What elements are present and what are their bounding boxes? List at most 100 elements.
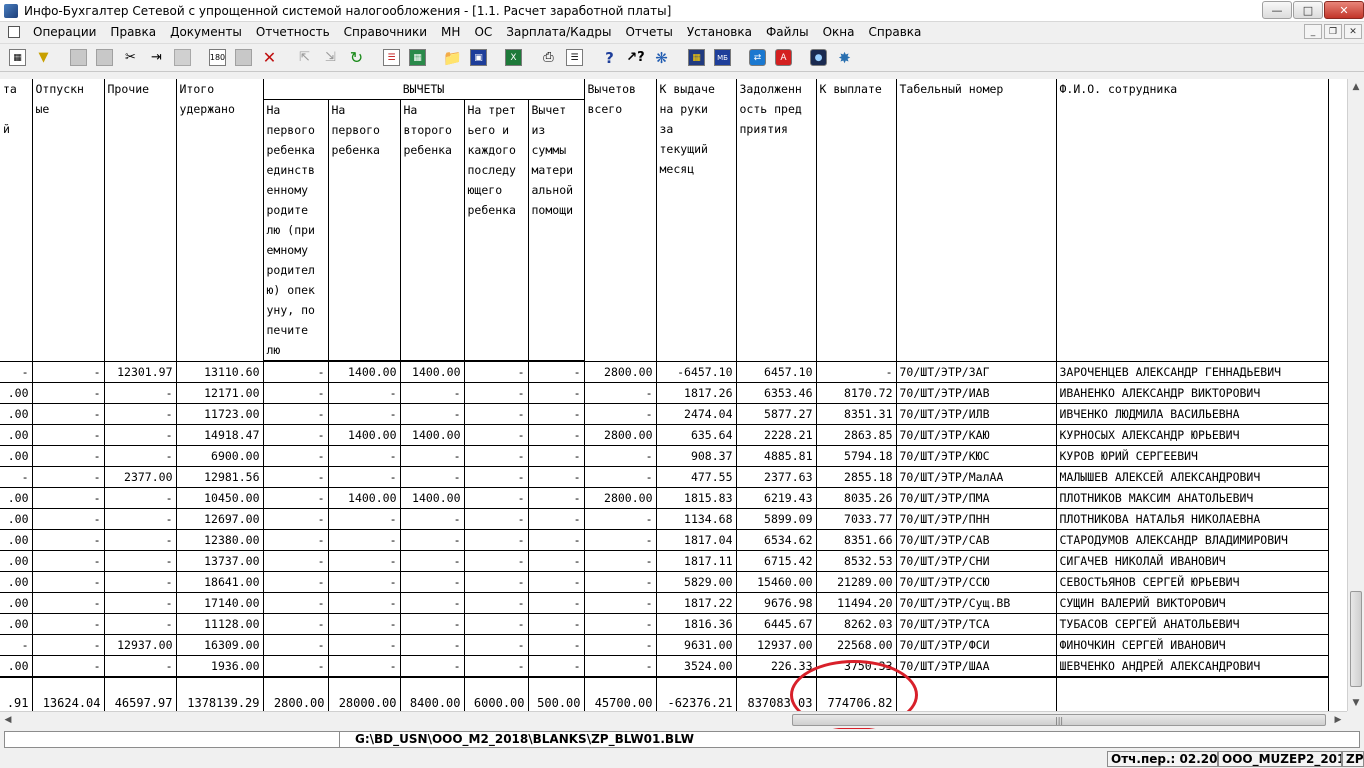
cell-deductions-total[interactable]: 2800.00	[584, 361, 657, 383]
cell-other[interactable]: -	[104, 487, 177, 509]
cell-ded-first[interactable]: -	[328, 613, 401, 635]
cell-ded-third[interactable]: -	[464, 466, 529, 488]
cell-employee-name[interactable]: МАЛЫШЕВ АЛЕКСЕЙ АЛЕКСАНДРОВИЧ	[1056, 466, 1329, 488]
cell-to-hand[interactable]: 1817.11	[656, 550, 737, 572]
table-row[interactable]: .00- -10450.00-1400.00 1400.00- -2800.00 181…	[0, 487, 1329, 509]
cell-to-hand[interactable]: 9631.00	[656, 634, 737, 656]
cell-total-withheld[interactable]: 13737.00	[176, 550, 264, 572]
cut-icon[interactable]: ✂	[119, 46, 142, 69]
cell-tab-number[interactable]: 70/ШТ/ЭТР/ИЛВ	[896, 403, 1057, 425]
scanner-icon[interactable]: ▦	[685, 46, 708, 69]
cell-col0[interactable]: .00	[0, 382, 33, 404]
cell-ded-material-aid[interactable]: -	[528, 550, 585, 572]
cell-employee-name[interactable]: КУРНОСЫХ АЛЕКСАНДР ЮРЬЕВИЧ	[1056, 424, 1329, 446]
cell-ded-second[interactable]: 1400.00	[400, 487, 465, 509]
cell-vacation[interactable]: -	[32, 403, 105, 425]
cell-total-withheld[interactable]: 13110.60	[176, 361, 264, 383]
cell-to-pay[interactable]: 2855.18	[816, 466, 897, 488]
menu-help[interactable]: Справка	[862, 25, 929, 39]
table-row[interactable]: - -2377.00 12981.56- - - - - -477.55 2377.63 2855…	[0, 466, 1329, 488]
cell-deductions-total[interactable]: -	[584, 592, 657, 614]
cell-to-pay[interactable]: 21289.00	[816, 571, 897, 593]
table-row[interactable]: .00- -17140.00- - - - - -1817.22 9676.98 11494.2…	[0, 592, 1329, 614]
total-employee-name[interactable]	[1056, 676, 1329, 711]
disabled-icon[interactable]	[171, 46, 194, 69]
table-row[interactable]: .00- -11128.00- - - - - -1816.36 6445.67 8262.03…	[0, 613, 1329, 635]
mdi-minimize-button[interactable]: _	[1304, 24, 1322, 39]
cell-tab-number[interactable]: 70/ШТ/ЭТР/МалАА	[896, 466, 1057, 488]
cell-ded-material-aid[interactable]: -	[528, 487, 585, 509]
cell-other[interactable]: -	[104, 508, 177, 530]
cell-vacation[interactable]: -	[32, 466, 105, 488]
scroll-left-icon[interactable]: ◀	[0, 712, 16, 728]
cell-to-pay[interactable]: -	[816, 361, 897, 383]
table-row[interactable]: .00- -12380.00- - - - - -1817.04 6534.62 8351.66…	[0, 529, 1329, 551]
cell-deductions-total[interactable]: 2800.00	[584, 424, 657, 446]
cell-ded-second[interactable]: -	[400, 634, 465, 656]
filter-icon[interactable]: ▼	[32, 46, 55, 69]
cell-employee-name[interactable]: ЗАРОЧЕНЦЕВ АЛЕКСАНДР ГЕННАДЬЕВИЧ	[1056, 361, 1329, 383]
network-icon[interactable]: ✸	[833, 46, 856, 69]
calculator-icon[interactable]: ▦	[406, 46, 429, 69]
cell-ded-second[interactable]: -	[400, 403, 465, 425]
print-icon[interactable]: ⎙	[537, 46, 560, 69]
cell-vacation[interactable]: -	[32, 529, 105, 551]
cell-company-debt[interactable]: 6445.67	[736, 613, 817, 635]
cell-to-pay[interactable]: 8351.31	[816, 403, 897, 425]
total-ded-third[interactable]: 6000.00	[464, 676, 529, 711]
cell-total-withheld[interactable]: 10450.00	[176, 487, 264, 509]
cell-ded-material-aid[interactable]: -	[528, 634, 585, 656]
cell-ded-first-single[interactable]: -	[263, 634, 329, 656]
cell-other[interactable]: 12301.97	[104, 361, 177, 383]
cell-employee-name[interactable]: СИГАЧЕВ НИКОЛАЙ ИВАНОВИЧ	[1056, 550, 1329, 572]
cell-tab-number[interactable]: 70/ШТ/ЭТР/ПМА	[896, 487, 1057, 509]
cell-ded-second[interactable]: -	[400, 529, 465, 551]
menu-mn[interactable]: МН	[434, 25, 467, 39]
cell-to-pay[interactable]: 8351.66	[816, 529, 897, 551]
cell-ded-material-aid[interactable]: -	[528, 529, 585, 551]
table-row[interactable]: - -12301.97 13110.60-1400.00 1400.00- -2800.…	[0, 361, 1329, 383]
cell-to-hand[interactable]: 1815.83	[656, 487, 737, 509]
cell-to-pay[interactable]: 7033.77	[816, 508, 897, 530]
cell-company-debt[interactable]: 5877.27	[736, 403, 817, 425]
cell-col0[interactable]: .00	[0, 655, 33, 678]
cell-total-withheld[interactable]: 12380.00	[176, 529, 264, 551]
cell-col0[interactable]: -	[0, 361, 33, 383]
cell-ded-third[interactable]: -	[464, 487, 529, 509]
scroll-up-icon[interactable]: ▲	[1348, 79, 1364, 95]
cell-other[interactable]: -	[104, 445, 177, 467]
cell-ded-material-aid[interactable]: -	[528, 382, 585, 404]
total-vacation[interactable]: 13624.04	[32, 676, 105, 711]
cell-employee-name[interactable]: ПЛОТНИКОВ МАКСИМ АНАТОЛЬЕВИЧ	[1056, 487, 1329, 509]
cell-ded-first[interactable]: -	[328, 508, 401, 530]
cell-deductions-total[interactable]: -	[584, 571, 657, 593]
cell-to-hand[interactable]: -6457.10	[656, 361, 737, 383]
cell-ded-second[interactable]: -	[400, 445, 465, 467]
disabled-icon[interactable]: ⇱	[293, 46, 316, 69]
cell-vacation[interactable]: -	[32, 571, 105, 593]
cell-deductions-total[interactable]: -	[584, 655, 657, 678]
cell-company-debt[interactable]: 2377.63	[736, 466, 817, 488]
cell-tab-number[interactable]: 70/ШТ/ЭТР/ШАА	[896, 655, 1057, 678]
cell-total-withheld[interactable]: 17140.00	[176, 592, 264, 614]
cell-vacation[interactable]: -	[32, 613, 105, 635]
cell-vacation[interactable]: -	[32, 550, 105, 572]
payroll-grid[interactable]: та й Отпускн ые Прочие Итого удержано ВЫ…	[0, 79, 1347, 711]
cell-ded-first[interactable]: -	[328, 529, 401, 551]
cell-ded-second[interactable]: -	[400, 613, 465, 635]
cell-ded-material-aid[interactable]: -	[528, 508, 585, 530]
table-row[interactable]: - -12937.00 16309.00- - - - - -9631.00 12937.00 2…	[0, 634, 1329, 656]
total-company-debt[interactable]: 837083.03	[736, 676, 817, 711]
cell-company-debt[interactable]: 6219.43	[736, 487, 817, 509]
mb10-icon[interactable]: МБ	[711, 46, 734, 69]
cell-to-pay[interactable]: 5794.18	[816, 445, 897, 467]
cell-ded-first[interactable]: -	[328, 466, 401, 488]
cell-to-pay[interactable]: 8035.26	[816, 487, 897, 509]
cell-ded-first-single[interactable]: -	[263, 529, 329, 551]
cell-vacation[interactable]: -	[32, 445, 105, 467]
cell-ded-third[interactable]: -	[464, 655, 529, 678]
cell-col0[interactable]: .00	[0, 613, 33, 635]
cell-deductions-total[interactable]: -	[584, 634, 657, 656]
cell-total-withheld[interactable]: 12697.00	[176, 508, 264, 530]
cell-ded-first[interactable]: -	[328, 571, 401, 593]
